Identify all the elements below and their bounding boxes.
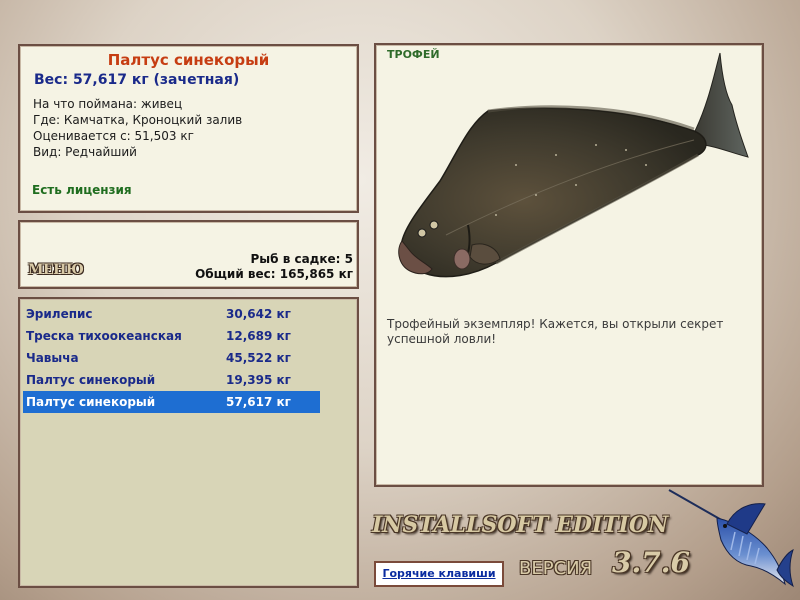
halibut-image — [398, 52, 749, 278]
trophy-description: Трофейный экземпляр! Кажется, вы открыли… — [387, 317, 724, 346]
catch-fish-name: Палтус синекорый — [26, 395, 156, 409]
catch-fish-weight: 57,617 кг — [226, 395, 291, 409]
trophy-label: ТРОФЕЙ — [387, 48, 440, 61]
version-label: ВЕРСИЯ — [519, 558, 593, 579]
catch-list-row[interactable]: Треска тихоокеанская 12,689 кг — [23, 325, 320, 347]
catch-list: Эрилепис 30,642 кг Треска тихоокеанская … — [18, 297, 359, 588]
catch-list-row[interactable]: Чавыча 45,522 кг — [23, 347, 320, 369]
catch-fish-weight: 45,522 кг — [226, 351, 291, 365]
catch-fish-weight: 19,395 кг — [226, 373, 291, 387]
license-status: Есть лицензия — [32, 183, 132, 197]
catch-list-row[interactable]: Эрилепис 30,642 кг — [23, 303, 320, 325]
edition-title: INSTALLSOFT EDITION — [372, 512, 669, 538]
catch-fish-name: Эрилепис — [26, 307, 93, 321]
menu-button[interactable]: МЕНЮ — [28, 262, 84, 278]
catch-list-row-selected[interactable]: Палтус синекорый 57,617 кг — [23, 391, 320, 413]
fish-weight: Вес: 57,617 кг (зачетная) — [34, 72, 240, 88]
bait-info: На что поймана: живец — [33, 97, 183, 111]
keepnet-count: Рыб в садке: 5 — [250, 252, 354, 266]
menu-panel: МЕНЮ Рыб в садке: 5 Общий вес: 165,865 к… — [18, 220, 359, 289]
catch-fish-name: Треска тихоокеанская — [26, 329, 182, 343]
catch-fish-weight: 30,642 кг — [226, 307, 291, 321]
rarity-info: Вид: Редчайший — [33, 145, 137, 159]
catch-list-row[interactable]: Палтус синекорый 19,395 кг — [23, 369, 320, 391]
keepnet-total-weight: Общий вес: 165,865 кг — [195, 267, 353, 281]
catch-fish-name: Чавыча — [26, 351, 79, 365]
estimated-info: Оценивается с: 51,503 кг — [33, 129, 194, 143]
trophy-panel: ТРОФЕЙ Трофейный экземпляр! Кажется, вы … — [374, 43, 764, 487]
catch-fish-name: Палтус синекорый — [26, 373, 156, 387]
hotkeys-link[interactable]: Горячие клавиши — [374, 561, 504, 587]
catch-fish-weight: 12,689 кг — [226, 329, 291, 343]
fish-name: Палтус синекорый — [107, 51, 270, 69]
marlin-logo-icon — [668, 489, 794, 588]
location-info: Где: Камчатка, Кроноцкий залив — [33, 113, 243, 127]
fish-info-panel: Палтус синекорый Вес: 57,617 кг (зачетна… — [18, 44, 359, 213]
